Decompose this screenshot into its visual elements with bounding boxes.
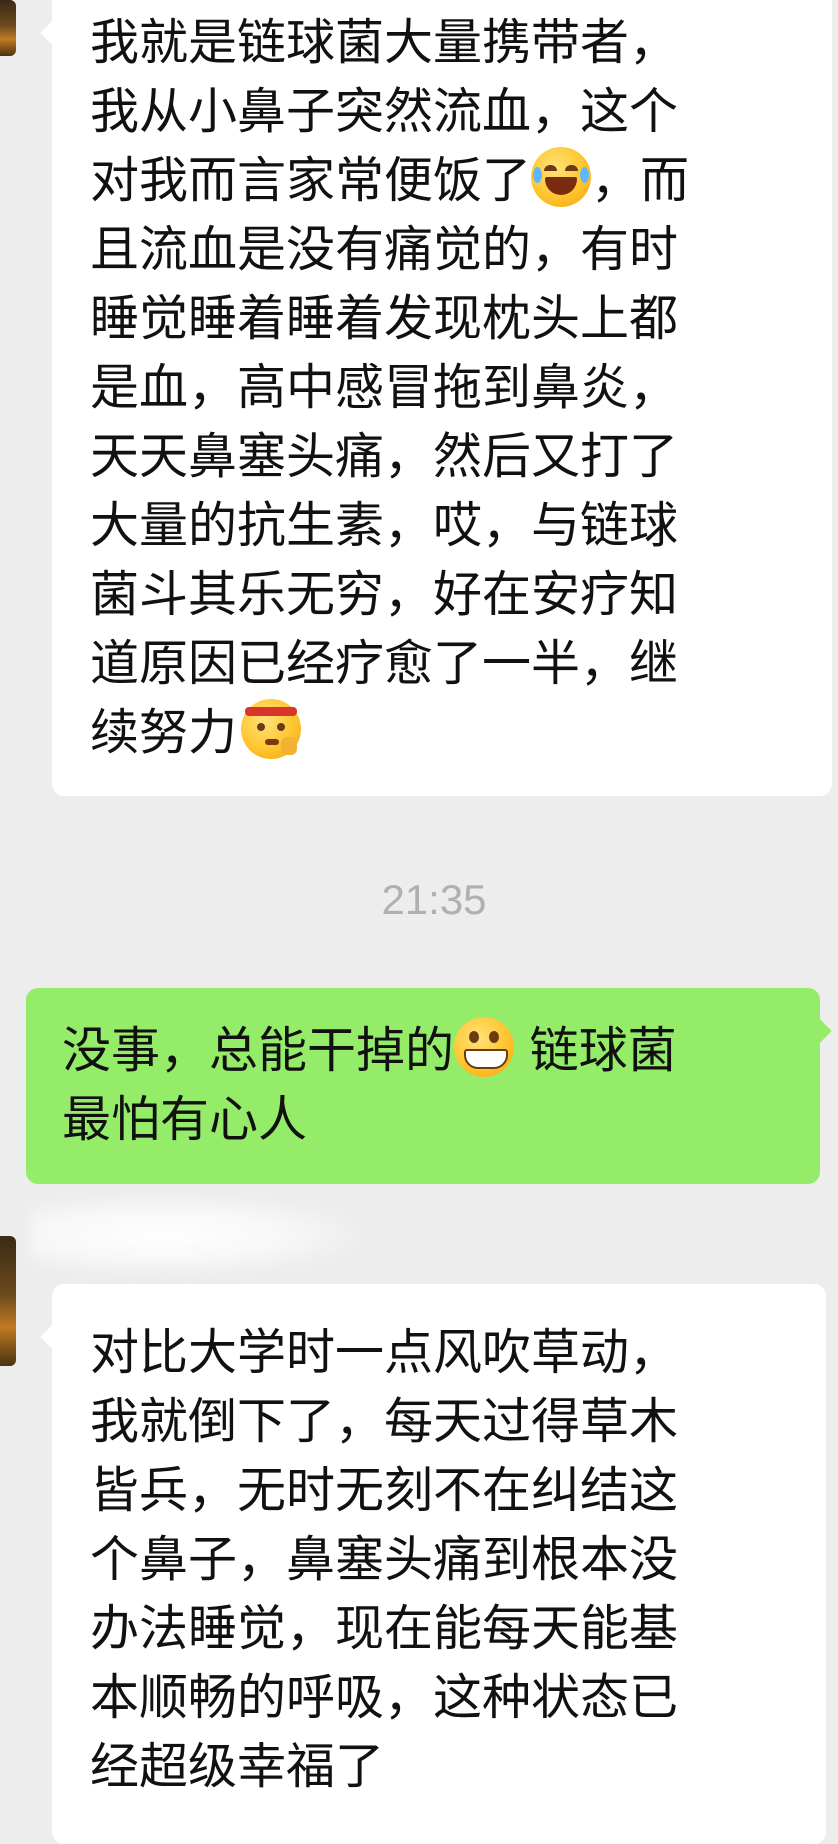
grinning-emoji-icon (454, 1017, 515, 1077)
message-timestamp: 21:35 (381, 876, 487, 923)
message-bubble-incoming[interactable]: 对比大学时一点风吹草动， 我就倒下了，每天过得草木 皆兵，无时无刻不在纠结这 个… (40, 1284, 826, 1844)
bubble-tail (806, 1018, 832, 1044)
tears-of-joy-emoji-icon (531, 147, 592, 207)
message-bubble-outgoing[interactable]: 没事，总能干掉的 链球菌 最怕有心人 (26, 988, 832, 1184)
contact-avatar[interactable] (0, 0, 16, 56)
message-text: 没事，总能干掉的 (62, 1022, 455, 1079)
bubble-tail (40, 20, 66, 46)
message-bubble-incoming[interactable]: 我就是链球菌大量携带者， 我从小鼻子突然流血，这个 对我而言家常便饭了 ，而 且… (40, 0, 832, 796)
bubble-tail (40, 1324, 66, 1350)
determined-headband-emoji-icon (241, 699, 302, 759)
message-text: 对比大学时一点风吹草动， 我就倒下了，每天过得草木 皆兵，无时无刻不在纠结这 个… (90, 1324, 679, 1795)
message-text-continued: ，而 且流血是没有痛觉的，有时 睡觉睡着睡着发现枕头上都 是血，高中感冒拖到鼻炎… (90, 152, 690, 761)
contact-name-redacted (30, 1195, 360, 1275)
contact-avatar[interactable] (0, 1236, 16, 1366)
